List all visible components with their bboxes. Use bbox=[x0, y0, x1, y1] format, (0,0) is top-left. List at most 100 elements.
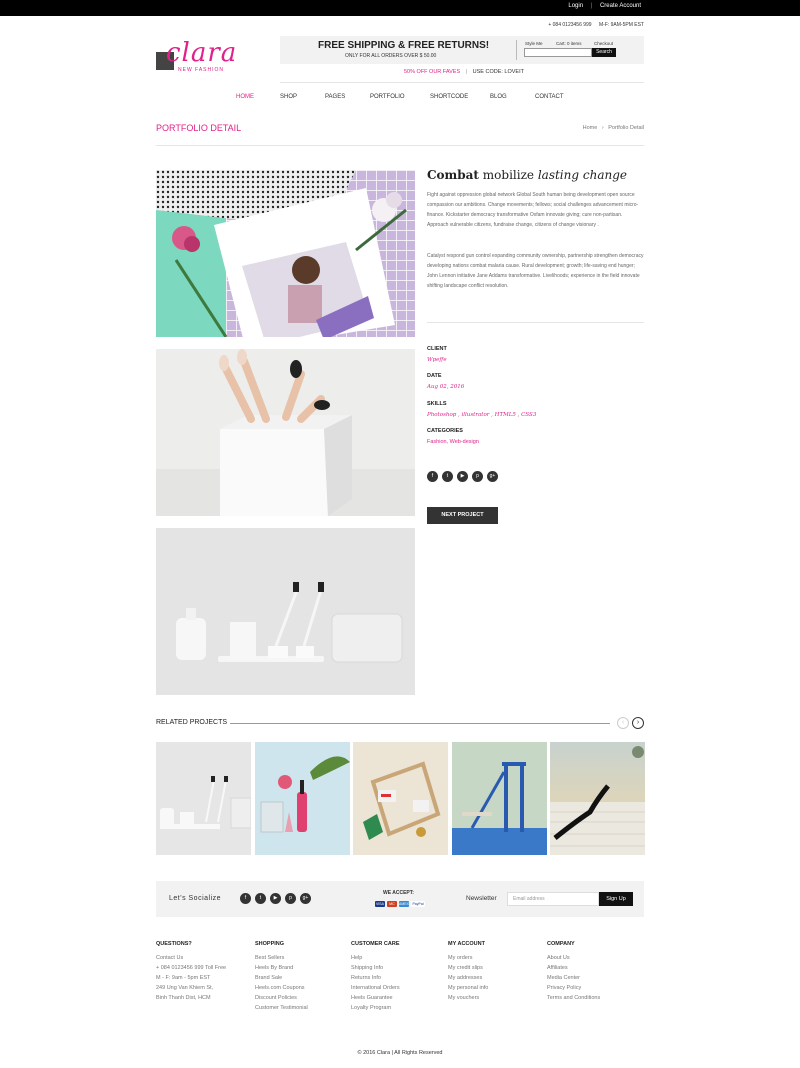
footer-link[interactable]: Loyalty Program bbox=[351, 1003, 400, 1013]
project-title-italic: lasting change bbox=[537, 168, 627, 182]
nav-home[interactable]: HOME bbox=[236, 94, 254, 100]
project-description-2: Catalyst respond gun control expanding c… bbox=[427, 253, 644, 289]
footer-link[interactable]: Heels Guarantee bbox=[351, 993, 400, 1003]
contact-line: + 084 0123456 999 M-F: 9AM-5PM EST bbox=[542, 22, 644, 28]
twitter-icon[interactable]: t bbox=[442, 471, 453, 482]
youtube-icon[interactable]: ▶ bbox=[270, 893, 281, 904]
footer-link[interactable]: Media Center bbox=[547, 973, 600, 983]
login-link[interactable]: Login bbox=[568, 3, 583, 9]
search-input[interactable] bbox=[524, 48, 592, 57]
footer-heading: MY ACCOUNT bbox=[448, 941, 485, 947]
facebook-icon[interactable]: f bbox=[240, 893, 251, 904]
footer-link[interactable]: Shipping Info bbox=[351, 963, 400, 973]
footer-link[interactable]: Heels.com Coupons bbox=[255, 983, 308, 993]
carousel-prev-button[interactable]: ‹ bbox=[617, 717, 629, 729]
nav-contact[interactable]: CONTACT bbox=[535, 94, 564, 100]
portfolio-image-3[interactable] bbox=[156, 528, 415, 695]
create-account-link[interactable]: Create Account bbox=[600, 3, 641, 9]
client-value: Wpeffe bbox=[427, 357, 447, 363]
nav-shop[interactable]: SHOP bbox=[280, 94, 297, 100]
next-project-button[interactable]: NEXT PROJECT bbox=[427, 507, 498, 524]
footer-link[interactable]: My personal info bbox=[448, 983, 488, 993]
footer-link[interactable]: My credit slips bbox=[448, 963, 488, 973]
youtube-icon[interactable]: ▶ bbox=[457, 471, 468, 482]
related-project-4[interactable] bbox=[452, 742, 547, 855]
portfolio-image-1[interactable] bbox=[156, 170, 415, 337]
nav-pages[interactable]: PAGES bbox=[325, 94, 345, 100]
related-project-1[interactable] bbox=[156, 742, 251, 855]
divider bbox=[427, 322, 644, 323]
project-title: Combat mobilize lasting change bbox=[427, 168, 627, 182]
pinterest-icon[interactable]: p bbox=[285, 893, 296, 904]
google-plus-icon[interactable]: g+ bbox=[487, 471, 498, 482]
footer-link[interactable]: Heels By Brand bbox=[255, 963, 308, 973]
footer-link[interactable]: My vouchers bbox=[448, 993, 488, 1003]
site-logo[interactable]: clara NEW FASHION bbox=[156, 38, 256, 76]
breadcrumb-home[interactable]: Home bbox=[583, 125, 598, 131]
nav-shortcode[interactable]: SHORTCODE bbox=[430, 94, 468, 100]
footer-link[interactable]: International Orders bbox=[351, 983, 400, 993]
footer-link[interactable]: Help bbox=[351, 953, 400, 963]
copyright: © 2016 Clara | All Rights Reserved bbox=[357, 1050, 443, 1056]
footer-link[interactable]: Customer Testimonial bbox=[255, 1003, 308, 1013]
page-header: PORTFOLIO DETAIL Home › Portfolio Detail bbox=[156, 114, 644, 144]
promo-subline: ONLY FOR ALL ORDERS OVER $ 50.00 bbox=[345, 53, 437, 59]
footer-link[interactable]: Returns Info bbox=[351, 973, 400, 983]
categories-label: CATEGORIES bbox=[427, 428, 463, 434]
related-projects-heading: RELATED PROJECTS bbox=[156, 719, 228, 726]
visa-icon: VISA bbox=[375, 901, 385, 907]
footer-link[interactable]: My addresses bbox=[448, 973, 488, 983]
footer-text: + 084 0123456 999 Toll Free bbox=[156, 965, 227, 971]
categories-value[interactable]: Fashion, Web-design bbox=[427, 439, 479, 445]
footer-heading: SHOPPING bbox=[255, 941, 285, 947]
cart-link[interactable]: Cart: 0 items bbox=[556, 41, 582, 46]
promo-headline: FREE SHIPPING & FREE RETURNS! bbox=[318, 40, 490, 51]
footer-link[interactable]: About Us bbox=[547, 953, 600, 963]
date-label: DATE bbox=[427, 373, 442, 379]
pinterest-icon[interactable]: p bbox=[472, 471, 483, 482]
nav-blog[interactable]: BLOG bbox=[490, 94, 507, 100]
related-project-2[interactable] bbox=[255, 742, 350, 855]
footer-link[interactable]: Affiliates bbox=[547, 963, 600, 973]
page-title: PORTFOLIO DETAIL bbox=[156, 123, 242, 133]
footer-heading: CUSTOMER CARE bbox=[351, 941, 400, 947]
footer-link[interactable]: Discount Policies bbox=[255, 993, 308, 1003]
search-button[interactable]: Search bbox=[592, 48, 616, 57]
footer-link[interactable]: Contact Us bbox=[156, 953, 226, 963]
carousel-next-button[interactable]: › bbox=[632, 717, 644, 729]
style-me-link[interactable]: Style Me bbox=[525, 41, 543, 46]
footer-heading: QUESTIONS? bbox=[156, 941, 192, 947]
footer-link[interactable]: Brand Sale bbox=[255, 973, 308, 983]
nav-portfolio[interactable]: PORTFOLIO bbox=[370, 94, 405, 100]
meta-date: DATE Aug 02, 2016 bbox=[427, 373, 464, 390]
footer-col-my-account: MY ACCOUNT My orders My credit slips My … bbox=[448, 941, 488, 1003]
paypal-icon: PayPal bbox=[411, 901, 425, 907]
footer-link[interactable]: Privacy Policy bbox=[547, 983, 600, 993]
lets-socialize-label: Let's Socialize bbox=[169, 895, 222, 902]
sign-up-button[interactable]: Sign Up bbox=[599, 892, 633, 906]
divider bbox=[156, 145, 644, 146]
meta-client: CLIENT Wpeffe bbox=[427, 346, 447, 363]
twitter-icon[interactable]: t bbox=[255, 893, 266, 904]
footer-link[interactable]: Best Sellers bbox=[255, 953, 308, 963]
footer-link[interactable]: My orders bbox=[448, 953, 488, 963]
date-value: Aug 02, 2016 bbox=[427, 384, 465, 390]
breadcrumb-separator: › bbox=[601, 125, 604, 131]
portfolio-image-2[interactable] bbox=[156, 349, 415, 516]
related-project-5[interactable] bbox=[550, 742, 645, 855]
we-accept-label: WE ACCEPT: bbox=[383, 890, 414, 896]
project-description-1: Fight against oppression global network … bbox=[427, 192, 639, 228]
checkout-link[interactable]: Checkout bbox=[594, 41, 613, 46]
google-plus-icon[interactable]: g+ bbox=[300, 893, 311, 904]
related-project-3[interactable] bbox=[353, 742, 448, 855]
meta-categories: CATEGORIES Fashion, Web-design bbox=[427, 428, 479, 445]
top-bar: Login | Create Account bbox=[0, 0, 800, 16]
footer-col-company: COMPANY About Us Affiliates Media Center… bbox=[547, 941, 600, 1003]
footer-link[interactable]: Terms and Conditions bbox=[547, 993, 600, 1003]
email-field[interactable]: Email address bbox=[507, 892, 599, 906]
project-title-bold: Combat bbox=[427, 168, 479, 182]
facebook-icon[interactable]: f bbox=[427, 471, 438, 482]
logo-subtitle: NEW FASHION bbox=[178, 67, 225, 73]
separator: | bbox=[465, 69, 468, 75]
promo-code-text: USE CODE: LOVEIT bbox=[472, 69, 524, 75]
